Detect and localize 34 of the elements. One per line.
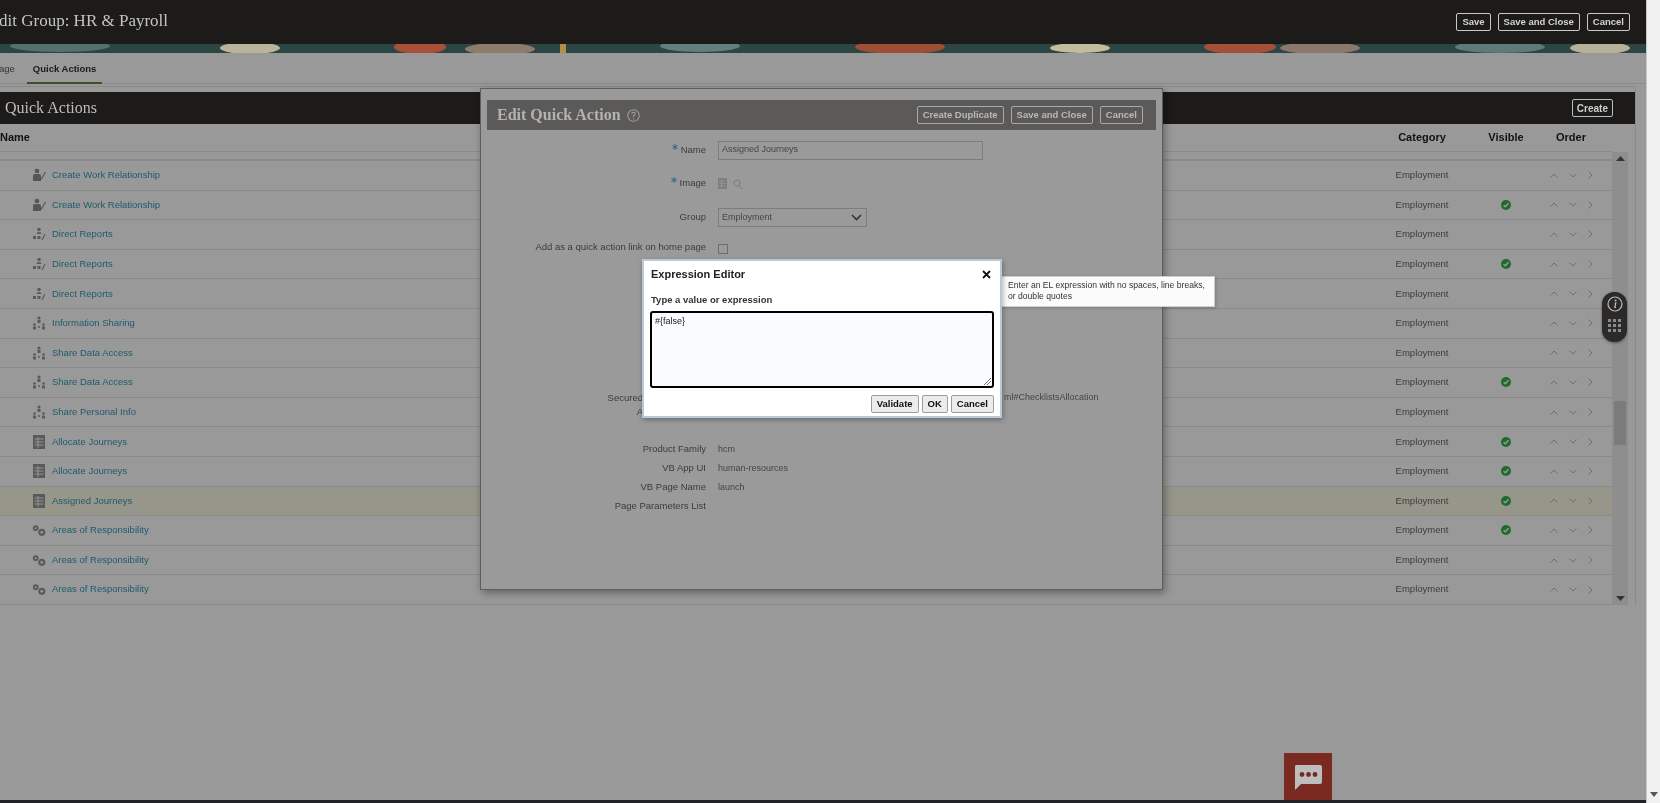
dialog-title: Expression Editor <box>650 266 746 282</box>
field-label: Type a value or expression <box>650 293 774 307</box>
field-label: VB Page Name <box>640 480 706 495</box>
field-label: Page Parameters List <box>614 499 706 514</box>
category-cell-text: Employment <box>1394 552 1450 567</box>
category-cell-text: Employment <box>1394 286 1450 301</box>
category-cell-text: Employment <box>1394 493 1450 508</box>
category-cell-text: Employment <box>1394 227 1450 242</box>
field-label: Product Family <box>642 442 706 457</box>
field-value: human-resources <box>718 461 789 475</box>
field-label: VB App UI <box>662 461 706 476</box>
panel-title: Quick Actions <box>5 98 97 118</box>
category-cell-text: Employment <box>1394 523 1450 538</box>
category-cell-text: Employment <box>1394 345 1450 360</box>
category-cell-text: Employment <box>1394 168 1450 183</box>
field-value: launch <box>718 480 745 494</box>
category-cell-text: Employment <box>1394 434 1450 449</box>
category-cell-text: Employment <box>1394 256 1450 271</box>
field-label: Image <box>679 175 706 190</box>
dialog-title: Edit Quick Action <box>497 105 621 125</box>
field-value: ml#ChecklistsAllocation <box>1004 391 1099 405</box>
field-label: Add as a quick action link on home page <box>535 239 706 254</box>
field-label: Name <box>680 142 706 157</box>
category-cell-text: Employment <box>1394 197 1450 212</box>
category-cell-text: Employment <box>1394 582 1450 597</box>
field-label: Secured <box>607 390 643 405</box>
category-cell-text: Employment <box>1394 375 1450 390</box>
category-cell-text: Employment <box>1394 316 1450 331</box>
category-cell-text: Employment <box>1394 464 1450 479</box>
page-title: dit Group: HR & Payroll <box>0 10 169 33</box>
field-label: Group <box>679 210 706 225</box>
tooltip-text: Enter an EL expression with no spaces, line breaks, or double quotes <box>1008 280 1206 302</box>
category-cell-text: Employment <box>1394 404 1450 419</box>
field-value: hcm <box>718 442 735 456</box>
